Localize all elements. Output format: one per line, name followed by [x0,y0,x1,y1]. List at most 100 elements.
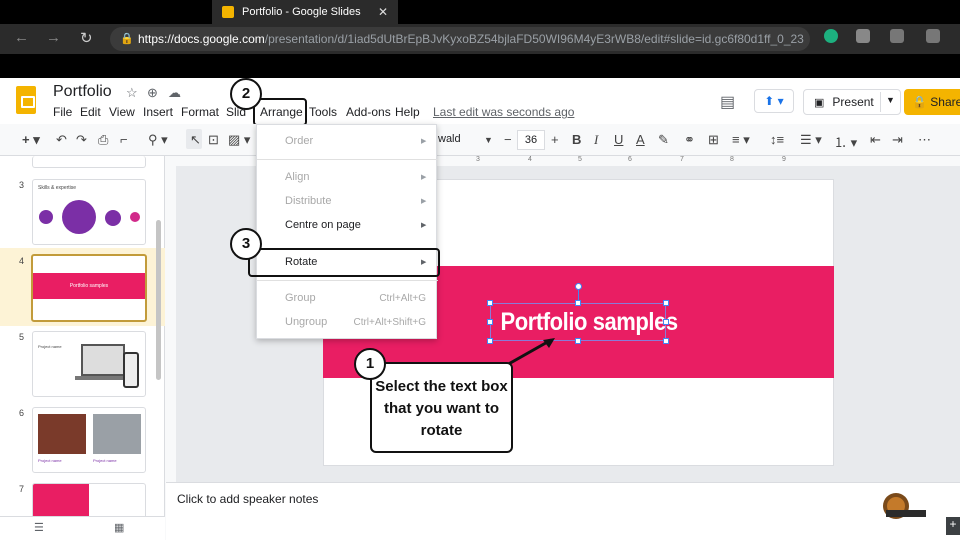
font-size-decrease-icon[interactable]: − [504,132,512,147]
slide-number: 6 [19,408,25,418]
submenu-arrow-icon: ▶ [421,138,427,145]
font-family-select[interactable]: wald [438,133,461,145]
thumb-photo [93,414,141,454]
last-edit-link[interactable]: Last edit was seconds ago [433,105,574,119]
paint-format-icon[interactable]: ⌐ [120,132,128,147]
extension-icon[interactable] [824,29,838,43]
decrease-indent-icon[interactable]: ⇤ [870,132,881,148]
resize-handle[interactable] [487,338,493,344]
zoom-icon[interactable]: ⚲ ▾ [148,132,168,148]
menu-addons[interactable]: Add-ons [346,105,391,119]
slide-thumb-5[interactable]: Project name [32,331,146,397]
shortcut-ungroup: Ctrl+Alt+Shift+G [353,317,426,328]
resize-handle[interactable] [487,319,493,325]
share-label: Share [930,95,960,109]
menu-format[interactable]: Format [181,105,219,119]
meet-present-button[interactable]: ⬆ ▾ [754,89,794,113]
url-host: https://docs.google.com [138,32,265,46]
resize-handle[interactable] [487,300,493,306]
resize-handle[interactable] [663,300,669,306]
undo-icon[interactable]: ↶ [56,132,67,148]
menu-view[interactable]: View [109,105,135,119]
collections-icon[interactable] [890,29,904,43]
thumb-circle [62,200,96,234]
move-folder-icon[interactable]: ⊕ [147,85,158,101]
font-chevron-icon[interactable]: ▼ [484,135,493,145]
present-divider [880,92,881,112]
font-size-input[interactable]: 36 [517,130,545,150]
resize-handle[interactable] [663,319,669,325]
slide-thumb-7[interactable] [32,483,146,519]
text-box-icon[interactable]: ⊡ [208,132,219,148]
slide-thumb-2[interactable] [32,156,146,168]
comment-add-icon[interactable]: ⊞ [708,132,719,148]
url-field[interactable]: 🔒 https://docs.google.com/presentation/d… [110,27,810,51]
ruler-tick: 7 [680,156,684,163]
vertical-ruler [166,166,176,482]
comment-history-icon[interactable]: ▤ [720,92,735,112]
menu-insert[interactable]: Insert [143,105,173,119]
reload-icon[interactable]: ↻ [80,29,93,47]
more-icon[interactable]: ⋯ [918,132,931,148]
align-icon[interactable]: ≡ ▾ [732,132,750,148]
resize-handle[interactable] [575,338,581,344]
underline-icon[interactable]: U [614,132,623,147]
menu-edit[interactable]: Edit [80,105,101,119]
lock-icon: 🔒 [120,33,134,45]
menu-tools[interactable]: Tools [309,105,337,119]
tab-close-icon[interactable]: ✕ [378,5,388,19]
share-button[interactable]: 🔒 Share [904,89,960,115]
select-cursor-icon[interactable]: ↖ [190,132,201,148]
browser-tab[interactable]: Portfolio - Google Slides ✕ [212,0,398,24]
highlight-icon[interactable]: ✎ [658,132,669,148]
slide-thumb-4[interactable]: Portfolio samples [31,254,147,322]
star-icon[interactable]: ☆ [126,85,138,101]
menu-help[interactable]: Help [395,105,420,119]
doc-title[interactable]: Portfolio [53,83,112,101]
phone-icon [123,352,139,388]
cloud-saved-icon[interactable]: ☁ [168,85,181,101]
back-icon[interactable]: ← [14,29,29,46]
new-slide-icon[interactable]: + ▾ [22,132,40,148]
filmstrip-scrollbar[interactable] [156,220,161,380]
slide-thumb-3[interactable]: Skills & expertise [32,179,146,245]
bold-icon[interactable]: B [572,132,581,147]
slides-logo-icon[interactable] [16,86,36,114]
numbered-list-icon[interactable]: ⒈ ▾ [834,132,857,151]
italic-icon[interactable]: I [594,132,598,148]
rotate-handle[interactable] [575,283,582,290]
present-button[interactable]: ▣ Present ▼ [803,89,901,115]
menu-item-centre-on-page[interactable]: Centre on page [285,219,361,231]
link-icon[interactable]: ⚭ [684,132,695,148]
print-icon[interactable]: ⎙ [98,132,108,148]
submenu-arrow-icon: ▶ [421,174,427,181]
extensions-puzzle-icon[interactable] [856,29,870,43]
menu-item-align: Align [285,171,310,183]
resize-handle[interactable] [663,338,669,344]
add-icon[interactable]: + [946,517,960,535]
grid-view-icon[interactable]: ▦ [114,521,124,534]
thumb-circle [130,212,140,222]
filmstrip-footer: ☰ ▦ [0,516,165,540]
speaker-notes-placeholder[interactable]: Click to add speaker notes [177,492,318,506]
menu-file[interactable]: File [53,105,72,119]
list-view-icon[interactable]: ☰ [34,521,44,534]
increase-indent-icon[interactable]: ⇥ [892,132,903,148]
forward-icon[interactable]: → [46,29,61,46]
font-size-increase-icon[interactable]: + [551,132,559,147]
profile-icon[interactable] [926,29,940,43]
text-color-icon[interactable]: A [636,132,645,147]
line-spacing-icon[interactable]: ↕≡ [770,132,784,147]
chevron-down-icon[interactable]: ▼ [886,95,895,105]
redo-icon[interactable]: ↷ [76,132,87,148]
instruction-callout: Select the text box that you want to rot… [370,362,513,453]
speaker-notes-panel[interactable] [166,482,960,540]
step-1-marker: 1 [354,348,386,380]
thumb-caption: Project name [93,458,117,463]
image-icon[interactable]: ▨ ▾ [228,132,250,148]
bulleted-list-icon[interactable]: ☰ ▾ [800,132,822,148]
resize-handle[interactable] [575,300,581,306]
ruler-tick: 4 [528,156,532,163]
slide-thumb-6[interactable]: Project name Project name [32,407,146,473]
menu-arrange[interactable]: Arrange [260,105,303,119]
